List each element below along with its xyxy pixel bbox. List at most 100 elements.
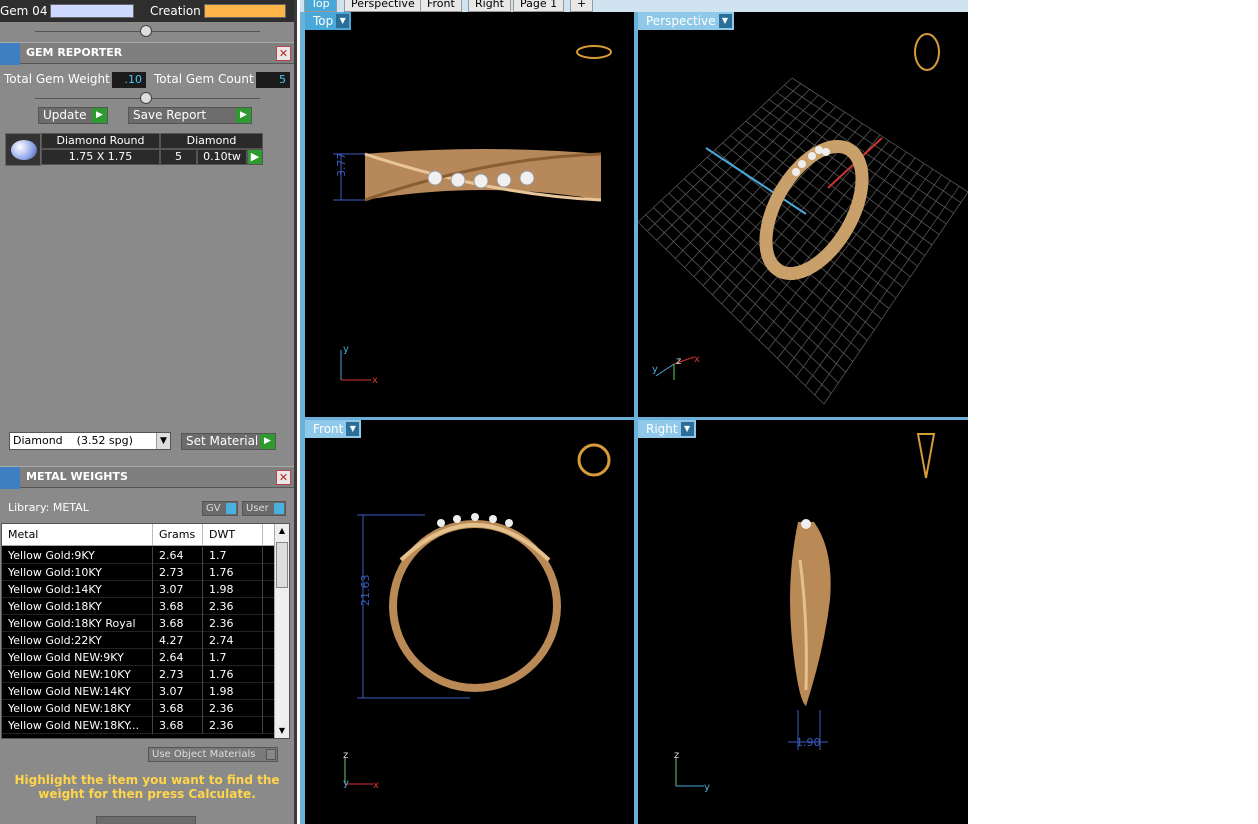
perspective-grid (638, 77, 968, 405)
scrollbar[interactable]: ▲ ▼ (274, 524, 289, 738)
column-header[interactable]: Metal (2, 524, 153, 546)
table-cell: 2.73 (153, 564, 203, 581)
table-row[interactable]: Yellow Gold:9KY 2.64 1.7 (2, 547, 274, 564)
splitter-knob[interactable] (140, 92, 152, 104)
creation-control[interactable]: Creation (150, 2, 286, 20)
table-row[interactable]: Yellow Gold NEW:9KY 2.64 1.7 (2, 649, 274, 666)
table-row[interactable]: Yellow Gold NEW:14KY 3.07 1.98 (2, 683, 274, 700)
viewport-label-perspective[interactable]: Perspective ▼ (638, 12, 734, 30)
use-object-materials-toggle[interactable]: Use Object Materials (148, 747, 278, 762)
table-cell: 2.64 (153, 649, 203, 666)
table-row[interactable]: Yellow Gold:18KY Royal 3.68 2.36 (2, 615, 274, 632)
toggle-knob (266, 749, 276, 760)
axis-x-label: x (373, 780, 379, 791)
set-material-button[interactable]: Set Material ▶ (181, 433, 276, 450)
table-cell: 3.68 (153, 615, 203, 632)
calculate-button[interactable] (96, 816, 196, 824)
column-header[interactable]: DWT (203, 524, 263, 546)
table-cell: Yellow Gold NEW:18KY... (2, 717, 153, 734)
viewport-label-top[interactable]: Top ▼ (305, 12, 352, 30)
scale-icon (0, 467, 20, 489)
table-cell: 2.36 (203, 615, 263, 632)
axis-z-label: z (676, 356, 681, 367)
tab-page-1[interactable]: Page 1 (513, 0, 565, 12)
update-button[interactable]: Update ▶ (38, 107, 108, 124)
chevron-down-icon: ▼ (336, 14, 350, 28)
viewport-label-text: Perspective (646, 14, 716, 28)
gem-list-item[interactable]: Diamond Round Diamond 1.75 X 1.75 5 0.10… (5, 133, 263, 166)
table-cell: 3.68 (153, 717, 203, 734)
gem-04-label: Gem 04 (0, 4, 48, 18)
save-report-button[interactable]: Save Report ▶ (128, 107, 252, 124)
play-icon: ▶ (260, 434, 275, 449)
play-icon[interactable]: ▶ (247, 149, 263, 165)
close-icon[interactable]: ✕ (276, 470, 291, 485)
gv-toggle[interactable]: GV (202, 501, 238, 516)
viewport-label-right[interactable]: Right ▼ (638, 420, 696, 438)
table-row[interactable]: Yellow Gold NEW:10KY 2.73 1.76 (2, 666, 274, 683)
table-row[interactable]: Yellow Gold:22KY 4.27 2.74 (2, 632, 274, 649)
diamond-icon (11, 140, 37, 160)
table-cell: Yellow Gold:9KY (2, 547, 153, 564)
add-tab-icon[interactable]: + (570, 0, 594, 12)
tab-front[interactable]: Front (420, 0, 462, 12)
table-cell: 1.7 (203, 649, 263, 666)
table-cell: 4.27 (153, 632, 203, 649)
tab-right[interactable]: Right (468, 0, 511, 12)
table-row[interactable]: Yellow Gold:10KY 2.73 1.76 (2, 564, 274, 581)
total-gem-weight-label: Total Gem Weight (4, 72, 110, 86)
tab-top[interactable]: Top (304, 0, 337, 12)
scrollbar-thumb[interactable] (276, 542, 288, 588)
chevron-up-icon[interactable]: ▲ (275, 524, 289, 538)
column-header[interactable]: Grams (153, 524, 203, 546)
table-cell: 1.76 (203, 666, 263, 683)
table-row[interactable]: Yellow Gold NEW:18KY... 3.68 2.36 (2, 717, 274, 734)
viewport-label-front[interactable]: Front ▼ (305, 420, 362, 438)
user-toggle[interactable]: User (242, 501, 286, 516)
chevron-down-icon[interactable]: ▼ (275, 724, 289, 738)
viewport-right[interactable]: 1.90 z y Right ▼ (638, 420, 968, 824)
table-cell: 1.98 (203, 683, 263, 700)
viewport-top[interactable]: 3.77 y x Top ▼ (305, 12, 634, 417)
table-cell: 1.7 (203, 547, 263, 564)
table-cell: Yellow Gold NEW:14KY (2, 683, 153, 700)
tab-perspective[interactable]: Perspective (344, 0, 422, 12)
total-gem-count-field: 5 (256, 72, 290, 88)
gem-04-control[interactable]: Gem 04 (0, 2, 135, 20)
axis-x-label: x (372, 375, 378, 386)
gem-reporter-icon (0, 43, 20, 65)
metal-weights-title: METAL WEIGHTS (26, 470, 128, 483)
ring-profile (790, 522, 831, 706)
table-cell: 2.64 (153, 547, 203, 564)
table-cell: Yellow Gold:18KY Royal (2, 615, 153, 632)
table-cell: 3.68 (153, 700, 203, 717)
gem-04-toolbox[interactable] (50, 4, 135, 18)
table-cell: Yellow Gold NEW:9KY (2, 649, 153, 666)
axis-y-label: y (704, 782, 710, 793)
chevron-down-icon: ▼ (680, 422, 694, 436)
table-cell: 2.73 (153, 666, 203, 683)
table-row[interactable]: Yellow Gold:14KY 3.07 1.98 (2, 581, 274, 598)
close-icon[interactable]: ✕ (276, 46, 291, 61)
front-view-drawing: 21.63 z y x (343, 443, 611, 791)
table-row[interactable]: Yellow Gold:18KY 3.68 2.36 (2, 598, 274, 615)
table-cell: Yellow Gold:18KY (2, 598, 153, 615)
material-select-value: Diamond (3.52 spg) (13, 434, 133, 447)
update-button-label: Update (43, 108, 87, 122)
viewport-perspective[interactable]: y z x Perspective ▼ (638, 12, 968, 417)
axis-y (655, 363, 675, 377)
table-cell: Yellow Gold NEW:10KY (2, 666, 153, 683)
gem-stone (801, 519, 811, 529)
creation-toolbox[interactable] (203, 4, 286, 18)
table-row[interactable]: Yellow Gold NEW:18KY 3.68 2.36 (2, 700, 274, 717)
use-object-materials-label: Use Object Materials (152, 749, 256, 760)
top-strip: Gem 04 Creation (0, 0, 294, 22)
material-select[interactable]: Diamond (3.52 spg) ▼ (9, 432, 171, 450)
total-gem-count-label: Total Gem Count (154, 72, 254, 86)
viewport-front[interactable]: 21.63 z y x Front ▼ (305, 420, 634, 824)
gem-reporter-title: GEM REPORTER (26, 46, 123, 59)
gem-weight: 0.10tw (197, 149, 247, 165)
toggle-knob (274, 503, 284, 514)
gem-count: 5 (160, 149, 197, 165)
splitter-knob[interactable] (140, 25, 152, 37)
